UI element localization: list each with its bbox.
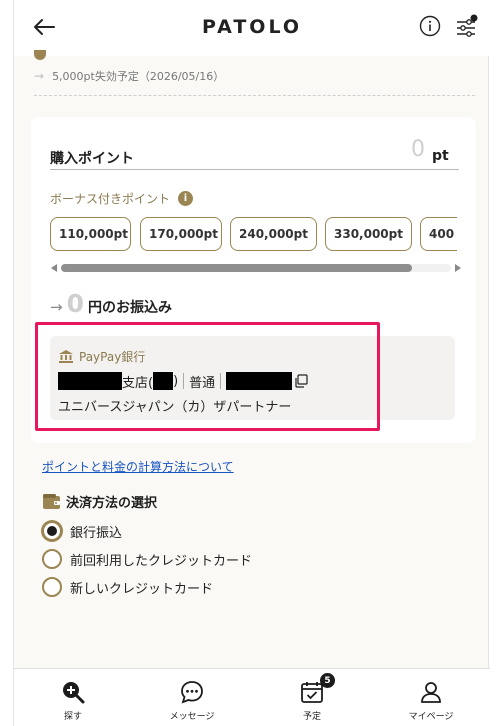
scrollbar-thumb[interactable] [61,264,412,272]
redacted-account-number [226,372,293,390]
purchase-points-label: 購入ポイント [50,151,134,167]
bonus-option-chip[interactable]: 170,000pt [140,217,222,251]
bonus-option-chip[interactable]: 110,000pt [50,217,131,251]
arrow-right-icon: → [50,298,63,316]
point-expiry-text: 5,000pt失効予定（2026/05/16） [52,70,225,83]
app-header: PATOLO [14,0,490,56]
bottom-navigation: 探す メッセージ 5 予定 マイページ [14,668,490,726]
radio-button[interactable] [42,577,62,597]
nav-label: メッセージ [169,712,215,722]
payment-option-label: 前回利用したクレジットカード [70,553,253,569]
transfer-label: 円のお振込み [87,300,172,316]
redacted-branch-name [58,372,122,390]
nav-item-schedule[interactable]: 5 予定 [267,673,357,722]
bank-account-box: PayPay銀行 支店( ) 普通 ユニバースジャパン（カ）ザパートナー [50,336,455,420]
search-plus-icon [63,682,85,704]
filter-settings-icon[interactable] [454,14,478,38]
copy-icon[interactable] [294,374,308,388]
notification-badge: 5 [320,673,335,688]
info-icon[interactable] [419,15,441,37]
bonus-options-scroller[interactable]: 110,000pt 170,000pt 240,000pt 330,000pt … [50,217,457,251]
radio-button[interactable] [42,549,62,569]
arrow-right-icon: → [34,69,45,83]
nav-item-search[interactable]: 探す [28,679,118,722]
bank-name: PayPay銀行 [79,350,146,364]
payment-option-label: 新しいクレジットカード [70,581,214,597]
bonus-points-label: ボーナス付きポイント i [50,190,194,207]
payment-option-bank-transfer[interactable]: 銀行振込 [42,521,122,541]
separator [220,373,222,389]
divider [34,95,475,96]
point-expiry-row: → 5,000pt失効予定（2026/05/16） [34,68,224,84]
scroll-left-arrow-icon[interactable] [51,264,57,272]
transfer-amount-row: → 0 円のお振込み [50,289,172,318]
account-details-row: 支店( ) 普通 [58,371,308,391]
scroll-right-arrow-icon[interactable] [455,264,461,272]
purchase-card: 購入ポイント 0 pt ボーナス付きポイント i 110,000pt 170,0… [31,117,476,443]
branch-suffix: 支店( [122,375,154,391]
bonus-points-text: ボーナス付きポイント [50,192,171,206]
nav-label: 予定 [302,712,321,722]
chat-icon [181,681,203,704]
bank-name-row: PayPay銀行 [59,348,145,365]
bonus-option-chip[interactable]: 330,000pt [325,217,412,251]
account-type: 普通 [189,375,216,391]
info-icon[interactable]: i [178,191,194,206]
payment-option-label: 銀行振込 [70,525,123,541]
nav-label: 探す [63,712,82,722]
nav-item-mypage[interactable]: マイページ [386,679,476,722]
redacted-branch-code [153,372,174,390]
app-frame: PATOLO → 5,000pt失効予定（2026/05/16） 購入ポイント … [13,0,490,726]
bonus-option-chip[interactable]: 240,000pt [230,217,317,251]
payment-method-title-row: 決済方法の選択 [43,492,157,511]
calculation-method-link[interactable]: ポイントと料金の計算方法について [42,458,234,475]
account-holder-name: ユニバースジャパン（カ）ザパートナー [58,400,292,415]
wallet-icon [43,494,60,509]
payment-option-previous-card[interactable]: 前回利用したクレジットカード [42,549,252,569]
branch-close: ) [173,373,179,389]
radio-button-selected[interactable] [42,521,62,541]
coin-icon [34,50,46,60]
transfer-amount: 0 [66,289,84,318]
bonus-option-chip[interactable]: 400 [420,217,457,251]
horizontal-scrollbar[interactable] [61,264,451,272]
separator [183,373,185,389]
payment-option-new-card[interactable]: 新しいクレジットカード [42,577,213,597]
payment-method-title: 決済方法の選択 [66,496,158,511]
nav-item-messages[interactable]: メッセージ [147,679,237,722]
bank-icon [59,350,73,363]
purchase-input-underline [50,169,459,170]
purchase-points-unit: pt [432,148,449,164]
nav-label: マイページ [408,712,454,722]
user-icon [421,682,441,703]
purchase-points-input[interactable]: 0 [411,137,425,162]
